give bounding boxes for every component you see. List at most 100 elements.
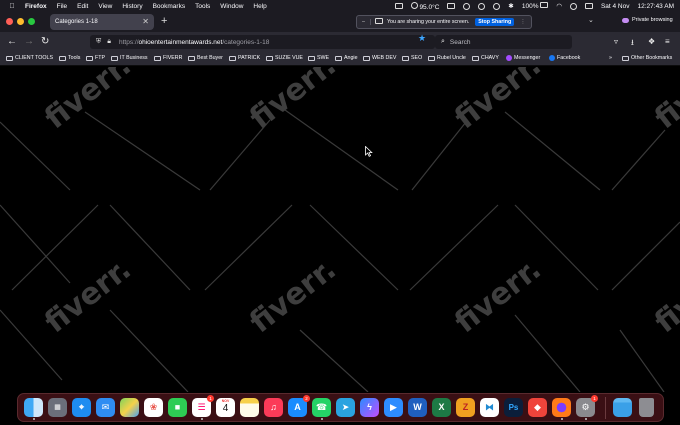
telegram-icon[interactable]: ➤ xyxy=(336,398,355,417)
pocket-icon[interactable]: ▿ xyxy=(614,37,618,46)
bookmark-seo[interactable]: SEO xyxy=(402,55,422,61)
vscode-icon[interactable]: ⧓ xyxy=(480,398,499,417)
word-icon[interactable]: W xyxy=(408,398,427,417)
battery-indicator[interactable]: 100% xyxy=(522,2,549,10)
spotlight-icon[interactable] xyxy=(569,2,577,10)
bookmark-tools[interactable]: Tools xyxy=(59,55,80,61)
search-icon: ⌕ xyxy=(441,38,445,45)
downloads-folder-icon[interactable] xyxy=(613,398,632,417)
temperature-readout[interactable]: 95.0°C xyxy=(410,1,439,11)
dock: ▦ ⌖ ✉ ❀ ■ ☰ 1 NOV 4 ♫ A2 ☎ ➤ ϟ ▶ W X Z ⧓ P… xyxy=(17,393,664,422)
date-label[interactable]: Sat 4 Nov xyxy=(601,3,630,10)
downloads-icon[interactable]: ⭳ xyxy=(631,37,634,51)
bookmark-fiverr[interactable]: FIVERR xyxy=(154,55,182,61)
close-window-button[interactable] xyxy=(6,18,13,25)
list-tabs-chevron-icon[interactable]: ⌄ xyxy=(588,16,594,24)
bluetooth-icon[interactable]: ✱ xyxy=(508,2,513,10)
bookmark-best-buyer[interactable]: Best Buyer xyxy=(188,55,223,61)
system-settings-icon[interactable]: ⚙ 1 xyxy=(576,395,598,417)
bookmark-star-icon[interactable]: ★ xyxy=(418,33,426,44)
wifi-icon[interactable]: ◠ xyxy=(556,2,562,10)
bookmark-rubel-uncle[interactable]: Rubel Uncle xyxy=(428,55,466,61)
bookmark-angie[interactable]: Angie xyxy=(335,55,358,61)
bookmark-messenger[interactable]: Messenger xyxy=(506,55,540,61)
bookmark-other-bookmarks[interactable]: Other Bookmarks xyxy=(622,55,672,61)
page-content[interactable]: fiverr. fiverr. fiverr. fiverr. fiverr. … xyxy=(0,67,680,392)
menu-view[interactable]: View xyxy=(98,3,112,10)
close-tab-icon[interactable]: ✕ xyxy=(142,17,149,26)
menu-help[interactable]: Help xyxy=(253,3,266,10)
tab-categories[interactable]: Categories 1-18 ✕ xyxy=(50,14,154,30)
zoom-icon[interactable]: ▶ xyxy=(384,398,403,417)
menu-bookmarks[interactable]: Bookmarks xyxy=(153,3,186,10)
music-icon[interactable]: ♫ xyxy=(264,398,283,417)
time-label[interactable]: 12:27:43 AM xyxy=(638,3,675,10)
status-icon[interactable] xyxy=(493,2,501,10)
folder-icon xyxy=(428,55,435,61)
calendar-icon[interactable]: NOV 4 xyxy=(216,398,235,417)
control-center-icon[interactable] xyxy=(584,3,593,9)
bookmark-ftp[interactable]: FTP xyxy=(86,55,105,61)
extensions-icon[interactable]: ❖ xyxy=(648,37,655,46)
new-tab-button[interactable]: + xyxy=(161,15,167,27)
whatsapp-icon[interactable]: ☎ xyxy=(312,398,331,417)
mail-icon[interactable]: ✉ xyxy=(96,398,115,417)
url-text[interactable]: https://ohioentertainmentawards.net/cate… xyxy=(119,39,269,46)
lock-icon[interactable]: 🔒︎ xyxy=(107,38,111,46)
back-arrow-icon[interactable]: ← xyxy=(7,36,17,48)
menu-app-firefox[interactable]: Firefox xyxy=(25,3,47,10)
menu-tools[interactable]: Tools xyxy=(195,3,210,10)
forward-arrow-icon[interactable]: → xyxy=(24,36,34,48)
menu-window[interactable]: Window xyxy=(220,3,243,10)
running-indicator xyxy=(585,418,587,420)
maps-icon[interactable] xyxy=(120,398,139,417)
app-menu-icon[interactable]: ≡ xyxy=(665,37,670,46)
search-input[interactable]: ⌕ Search xyxy=(435,35,572,49)
finder-icon[interactable] xyxy=(24,398,43,417)
folder-icon xyxy=(154,55,161,61)
bookmark-facebook[interactable]: Facebook xyxy=(549,55,580,61)
menu-edit[interactable]: Edit xyxy=(77,3,88,10)
bookmark-web-dev[interactable]: WEB DEV xyxy=(363,55,396,61)
stop-sharing-button[interactable]: Stop Sharing xyxy=(475,18,515,26)
tracking-shield-icon[interactable]: ⛨ xyxy=(96,38,101,46)
bookmark-chavy[interactable]: CHAVY xyxy=(472,55,499,61)
reload-icon[interactable]: ↻ xyxy=(41,36,49,48)
clock-icon[interactable] xyxy=(463,2,471,10)
anydesk-icon[interactable]: ◆ xyxy=(528,398,547,417)
more-bookmarks-chevron-icon[interactable]: » xyxy=(609,55,612,61)
app-store-icon[interactable]: A2 xyxy=(288,395,310,417)
facetime-icon[interactable]: ■ xyxy=(168,398,187,417)
app-store-badge: 2 xyxy=(303,395,310,402)
trash-icon[interactable] xyxy=(639,398,654,417)
minimize-window-button[interactable] xyxy=(17,18,24,25)
excel-icon[interactable]: X xyxy=(432,398,451,417)
bookmark-patrick[interactable]: PATRICK xyxy=(229,55,260,61)
screen-record-icon[interactable] xyxy=(394,3,403,9)
bookmark-it-business[interactable]: IT Business xyxy=(111,55,148,61)
apple-menu-icon[interactable]:  xyxy=(7,3,17,10)
firefox-icon[interactable] xyxy=(552,398,571,417)
bookmark-label: SEO xyxy=(411,55,423,61)
filezilla-icon[interactable]: Z xyxy=(456,398,475,417)
zoom-window-button[interactable] xyxy=(28,18,35,25)
messenger-app-icon[interactable]: ϟ xyxy=(360,398,379,417)
notes-icon[interactable] xyxy=(240,398,259,417)
url-bar[interactable]: ⛨ 🔒︎ https://ohioentertainmentawards.net… xyxy=(90,35,435,49)
vpn-icon[interactable] xyxy=(478,2,486,10)
photoshop-icon[interactable]: Ps xyxy=(504,398,523,417)
watermark-fiverr: fiverr. xyxy=(448,252,547,340)
menu-history[interactable]: History xyxy=(122,3,142,10)
launchpad-icon[interactable]: ▦ xyxy=(48,398,67,417)
safari-icon[interactable]: ⌖ xyxy=(72,398,91,417)
menu-file[interactable]: File xyxy=(57,3,67,10)
reminders-icon[interactable]: ☰ 1 xyxy=(192,395,214,417)
watermark-fiverr: fiverr. xyxy=(448,67,547,136)
bookmark-client-tools[interactable]: CLIENT TOOLS xyxy=(6,55,53,61)
display-icon[interactable] xyxy=(447,3,456,9)
minimize-sharing-button[interactable]: – xyxy=(357,19,371,25)
bookmark-suzie-vue[interactable]: SUZIE VUE xyxy=(266,55,303,61)
bookmark-swe[interactable]: SWE xyxy=(308,55,329,61)
sharing-drag-handle-icon[interactable]: ⋮ xyxy=(520,19,525,25)
photos-icon[interactable]: ❀ xyxy=(144,398,163,417)
